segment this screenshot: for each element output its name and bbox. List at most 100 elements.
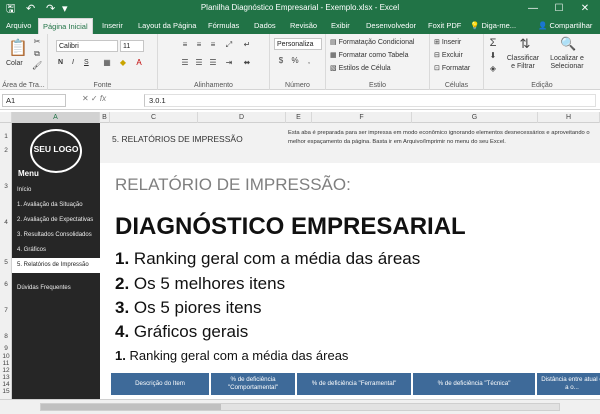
fill-color-icon[interactable]: ◆ — [118, 58, 128, 67]
format-cells-button[interactable]: ⊡ Formatar — [434, 64, 470, 72]
row-header[interactable]: 10 — [0, 353, 12, 360]
fill-icon[interactable]: ⬇ — [488, 51, 498, 60]
number-format-select[interactable]: Personaliza — [274, 38, 322, 50]
currency-icon[interactable]: $ — [276, 56, 286, 65]
tab-desenvolvedor[interactable]: Desenvolvedor — [362, 18, 420, 34]
find-select-button[interactable]: Localizar e Selecionar — [544, 55, 590, 71]
row-header[interactable]: 1 — [0, 133, 12, 140]
insert-cells-button[interactable]: ⊞ Inserir — [434, 38, 461, 46]
paste-button[interactable]: Colar — [6, 60, 23, 67]
clear-icon[interactable]: ◈ — [488, 64, 498, 73]
row-headers: 1 2 3 4 5 6 7 8 9 10 11 12 13 14 15 — [0, 123, 12, 399]
tab-foxit-pdf[interactable]: Foxit PDF — [424, 18, 465, 34]
section-title: 5. RELATÓRIOS DE IMPRESSÃO — [112, 134, 243, 144]
select-all-corner[interactable] — [0, 112, 12, 123]
row-header[interactable]: 6 — [0, 281, 12, 288]
sidebar-item-relatorios[interactable]: 5. Relatórios de Impressão — [12, 258, 100, 273]
column-header-d[interactable]: D — [198, 112, 286, 123]
maximize-button[interactable]: ☐ — [546, 1, 572, 17]
minimize-button[interactable]: — — [520, 1, 546, 17]
conditional-formatting-button[interactable]: ▤ Formatação Condicional — [330, 38, 414, 46]
bold-button[interactable]: N — [58, 59, 63, 66]
tell-me-search[interactable]: 💡 Diga-me... — [466, 18, 520, 34]
sidebar-item-duvidas[interactable]: Dúvidas Frequentes — [12, 281, 100, 296]
orientation-icon[interactable]: ⤢ — [224, 40, 234, 50]
comma-style-icon[interactable]: , — [304, 56, 314, 65]
sidebar-item-avaliacao-expectativas[interactable]: 2. Avaliação de Expectativas — [12, 213, 100, 228]
name-box[interactable]: A1 — [2, 94, 66, 107]
wrap-text-icon[interactable]: ↵ — [242, 40, 252, 49]
tab-revisao[interactable]: Revisão — [286, 18, 321, 34]
autosum-icon[interactable]: Σ — [488, 37, 498, 49]
column-header-e[interactable]: E — [286, 112, 312, 123]
tab-pagina-inicial[interactable]: Página Inicial — [38, 18, 93, 34]
align-middle-icon[interactable]: ≡ — [194, 40, 204, 49]
row-header[interactable]: 15 — [0, 388, 12, 395]
column-header-b[interactable]: B — [100, 112, 110, 123]
tab-formulas[interactable]: Fórmulas — [204, 18, 243, 34]
sidebar-item-graficos[interactable]: 4. Gráficos — [12, 243, 100, 258]
row-header[interactable]: 9 — [0, 345, 12, 352]
row-header[interactable]: 4 — [0, 219, 12, 226]
font-size-select[interactable]: 11 — [120, 40, 144, 52]
align-center-icon[interactable]: ☰ — [194, 58, 204, 67]
indent-icon[interactable]: ⇥ — [224, 58, 234, 67]
logo: SEU LOGO — [30, 129, 82, 173]
format-icon: ⊡ — [434, 65, 442, 72]
borders-icon[interactable]: ▦ — [102, 58, 112, 67]
cut-icon[interactable]: ✂ — [32, 37, 42, 46]
align-right-icon[interactable]: ☰ — [208, 58, 218, 67]
sidebar-item-inicio[interactable]: Início — [12, 183, 100, 198]
share-button[interactable]: 👤 Compartilhar — [534, 18, 596, 34]
align-top-icon[interactable]: ≡ — [180, 40, 190, 49]
tab-exibir[interactable]: Exibir — [327, 18, 354, 34]
delete-cells-button[interactable]: ⊟ Excluir — [434, 51, 463, 59]
tab-inserir[interactable]: Inserir — [98, 18, 127, 34]
italic-button[interactable]: I — [72, 59, 74, 66]
row-header[interactable]: 13 — [0, 374, 12, 381]
row-header[interactable]: 3 — [0, 183, 12, 190]
tab-layout-da-pagina[interactable]: Layout da Página — [134, 18, 200, 34]
row-header[interactable]: 2 — [0, 147, 12, 154]
row-header[interactable]: 11 — [0, 360, 12, 367]
align-left-icon[interactable]: ☰ — [180, 58, 190, 67]
align-bottom-icon[interactable]: ≡ — [208, 40, 218, 49]
list-item: 4. Gráficos gerais — [115, 322, 249, 341]
column-header-a[interactable]: A — [12, 112, 100, 123]
sort-filter-icon[interactable]: ⇅ — [518, 36, 532, 52]
percent-icon[interactable]: % — [290, 56, 300, 65]
formula-input[interactable]: 3.0.1 — [144, 94, 596, 107]
alignment-group: ≡ ≡ ≡ ⤢ ↵ ☰ ☰ ☰ ⇥ ⬌ Alinhamento — [158, 34, 270, 90]
sidebar-item-avaliacao-situacao[interactable]: 1. Avaliação da Situação — [12, 198, 100, 213]
insert-icon: ⊞ — [434, 39, 442, 46]
scrollbar-thumb[interactable] — [41, 404, 221, 410]
underline-button[interactable]: S — [84, 59, 89, 66]
tab-arquivo[interactable]: Arquivo — [2, 18, 35, 34]
sidebar-item-resultados[interactable]: 3. Resultados Consolidados — [12, 228, 100, 243]
column-header-f[interactable]: F — [312, 112, 412, 123]
row-header[interactable]: 7 — [0, 307, 12, 314]
font-name-select[interactable]: Calibri — [56, 40, 118, 52]
tab-dados[interactable]: Dados — [250, 18, 280, 34]
cell-styles-button[interactable]: ▧ Estilos de Célula — [330, 64, 391, 72]
format-painter-icon[interactable]: 🖌 — [32, 61, 42, 70]
row-header[interactable]: 14 — [0, 381, 12, 388]
row-header[interactable]: 5 — [0, 259, 12, 266]
insert-function-icon[interactable]: ✕ ✓ fx — [82, 94, 106, 103]
copy-icon[interactable]: ⧉ — [32, 49, 42, 59]
column-header-c[interactable]: C — [110, 112, 198, 123]
row-header[interactable]: 12 — [0, 367, 12, 374]
worksheet[interactable]: SEU LOGO Menu Início 1. Avaliação da Sit… — [12, 123, 600, 399]
format-as-table-button[interactable]: ▦ Formatar como Tabela — [330, 51, 408, 59]
column-header-g[interactable]: G — [412, 112, 538, 123]
close-button[interactable]: ✕ — [572, 1, 598, 17]
sort-filter-button[interactable]: Classificar e Filtrar — [504, 55, 542, 71]
ribbon: 📋 Colar ✂ ⧉ 🖌 Área de Tra... Calibri 11 … — [0, 34, 600, 90]
column-header-h[interactable]: H — [538, 112, 600, 123]
horizontal-scrollbar[interactable] — [40, 403, 560, 411]
row-header[interactable]: 8 — [0, 333, 12, 340]
find-select-icon[interactable]: 🔍 — [560, 36, 576, 52]
font-color-icon[interactable]: A — [134, 58, 144, 67]
merge-center-icon[interactable]: ⬌ — [242, 58, 252, 67]
paste-icon[interactable]: 📋 — [8, 38, 28, 58]
